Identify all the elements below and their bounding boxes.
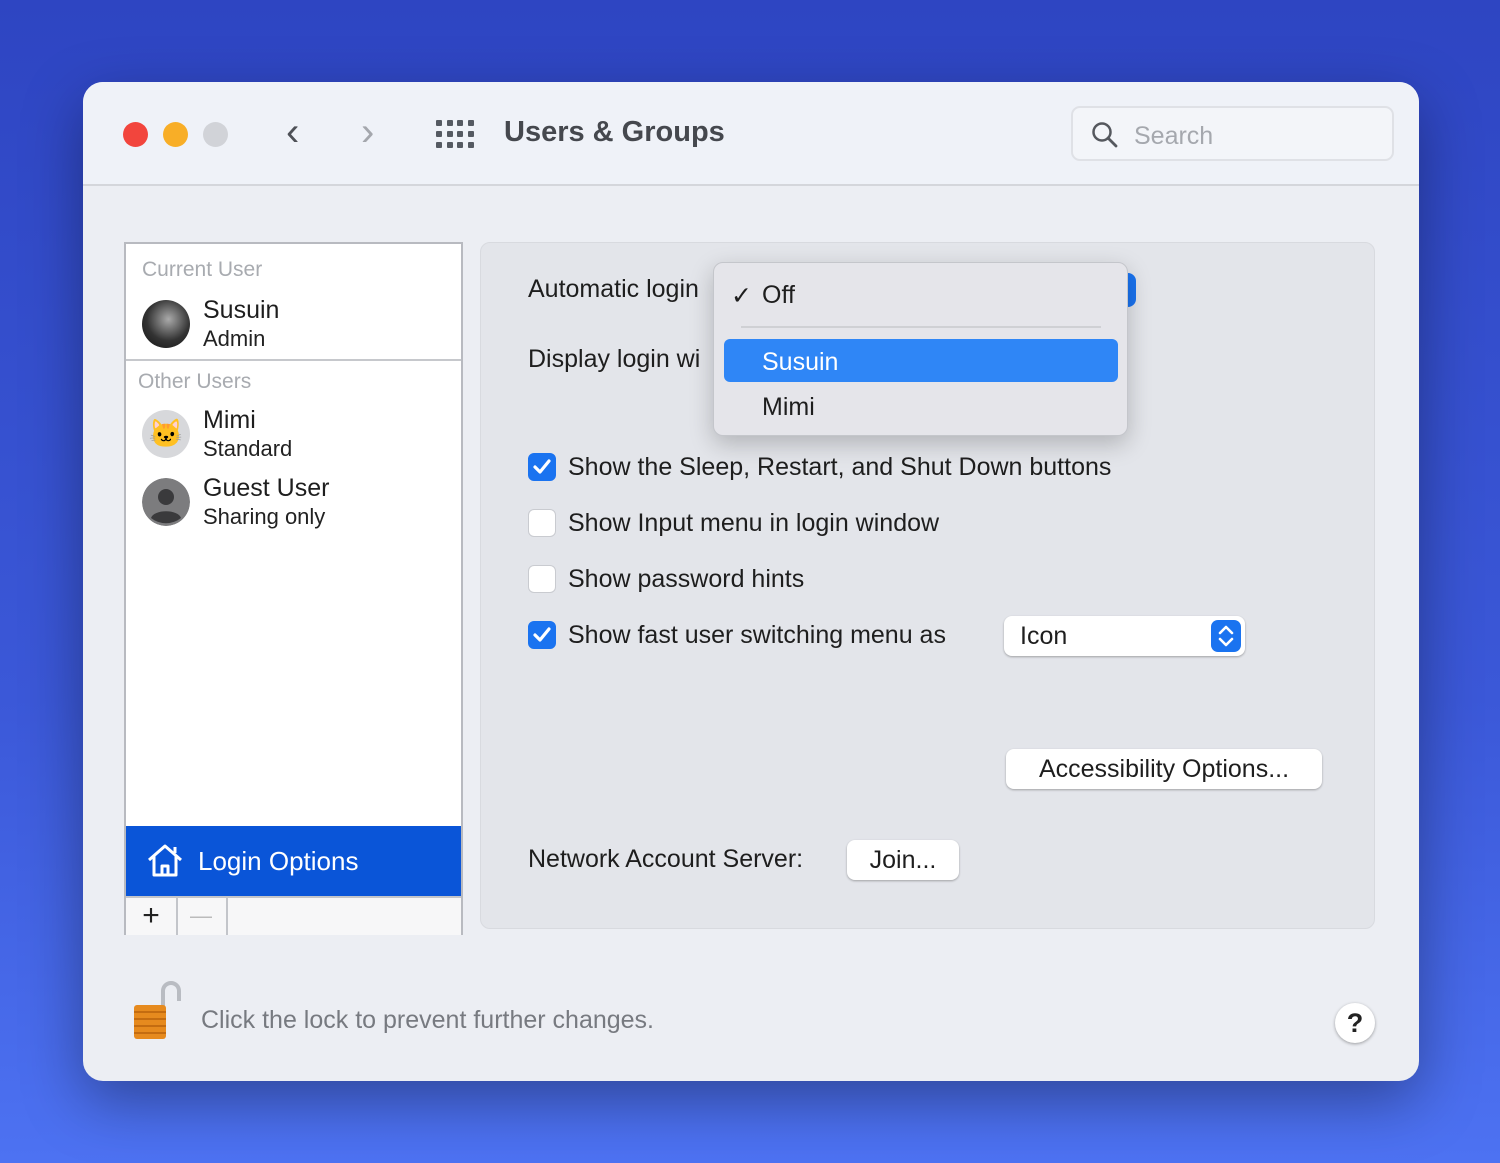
automatic-login-dropdown-menu: ✓ Off Susuin Mimi <box>713 262 1128 436</box>
switching-menu-select[interactable]: Icon <box>1004 616 1245 656</box>
show-all-grid-icon[interactable] <box>436 120 474 148</box>
list-toolbar: + — <box>126 896 461 935</box>
current-user-header: Current User <box>142 258 263 281</box>
divider <box>126 359 461 361</box>
updown-chevron-icon <box>1211 620 1241 652</box>
checkbox-label: Show password hints <box>568 565 805 593</box>
login-options-label: Login Options <box>198 846 359 876</box>
zoom-button[interactable] <box>203 122 228 147</box>
forward-chevron-icon[interactable]: › <box>361 112 374 152</box>
menu-item-off[interactable]: Off <box>762 281 795 310</box>
join-button[interactable]: Join... <box>847 840 959 880</box>
user-role: Standard <box>203 436 293 461</box>
automatic-login-label: Automatic login <box>528 275 699 303</box>
back-chevron-icon[interactable]: ‹ <box>286 112 299 152</box>
menu-separator <box>741 326 1101 328</box>
user-name: Guest User <box>203 474 330 502</box>
search-input[interactable]: Search <box>1071 106 1394 161</box>
close-button[interactable] <box>123 122 148 147</box>
house-icon <box>148 844 182 877</box>
select-value: Icon <box>1020 622 1068 650</box>
help-button[interactable]: ? <box>1335 1003 1375 1043</box>
checkmark-icon: ✓ <box>731 282 752 310</box>
network-account-label: Network Account Server: <box>528 845 804 873</box>
unlocked-padlock-icon[interactable] <box>131 977 183 1043</box>
minimize-button[interactable] <box>163 122 188 147</box>
user-role: Sharing only <box>203 504 326 529</box>
remove-user-button[interactable]: — <box>176 898 228 935</box>
fast-user-switching-checkbox[interactable] <box>528 621 556 649</box>
sleep-restart-checkbox[interactable] <box>528 453 556 481</box>
user-role: Admin <box>203 326 266 351</box>
users-groups-window: ‹ › Users & Groups Search Current User S… <box>83 82 1419 1081</box>
other-users-header: Other Users <box>138 370 252 393</box>
search-icon <box>1092 122 1118 148</box>
user-list: Current User Susuin Admin Other Users 🐱 … <box>124 242 463 935</box>
user-name: Susuin <box>203 296 280 324</box>
login-options-item[interactable]: Login Options <box>126 826 461 896</box>
password-hints-checkbox[interactable] <box>528 565 556 593</box>
menu-item-label: Susuin <box>762 348 839 376</box>
title-bar: ‹ › Users & Groups Search <box>83 82 1419 186</box>
menu-item-mimi[interactable]: Mimi <box>762 393 815 422</box>
input-menu-checkbox[interactable] <box>528 509 556 537</box>
user-name: Mimi <box>203 406 256 434</box>
avatar <box>142 300 190 348</box>
checkbox-label: Show the Sleep, Restart, and Shut Down b… <box>568 453 1112 481</box>
checkbox-label: Show Input menu in login window <box>568 509 940 537</box>
window-title: Users & Groups <box>504 116 725 148</box>
add-user-button[interactable]: + <box>126 898 178 935</box>
cat-avatar-icon: 🐱 <box>142 410 190 458</box>
display-login-label: Display login wi <box>528 345 701 373</box>
accessibility-options-button[interactable]: Accessibility Options... <box>1006 749 1322 789</box>
guest-avatar-icon <box>142 478 190 526</box>
lock-status-text: Click the lock to prevent further change… <box>201 1006 655 1034</box>
search-placeholder: Search <box>1134 122 1214 150</box>
checkbox-label: Show fast user switching menu as <box>568 621 946 649</box>
menu-item-susuin[interactable]: Susuin <box>724 339 1118 382</box>
